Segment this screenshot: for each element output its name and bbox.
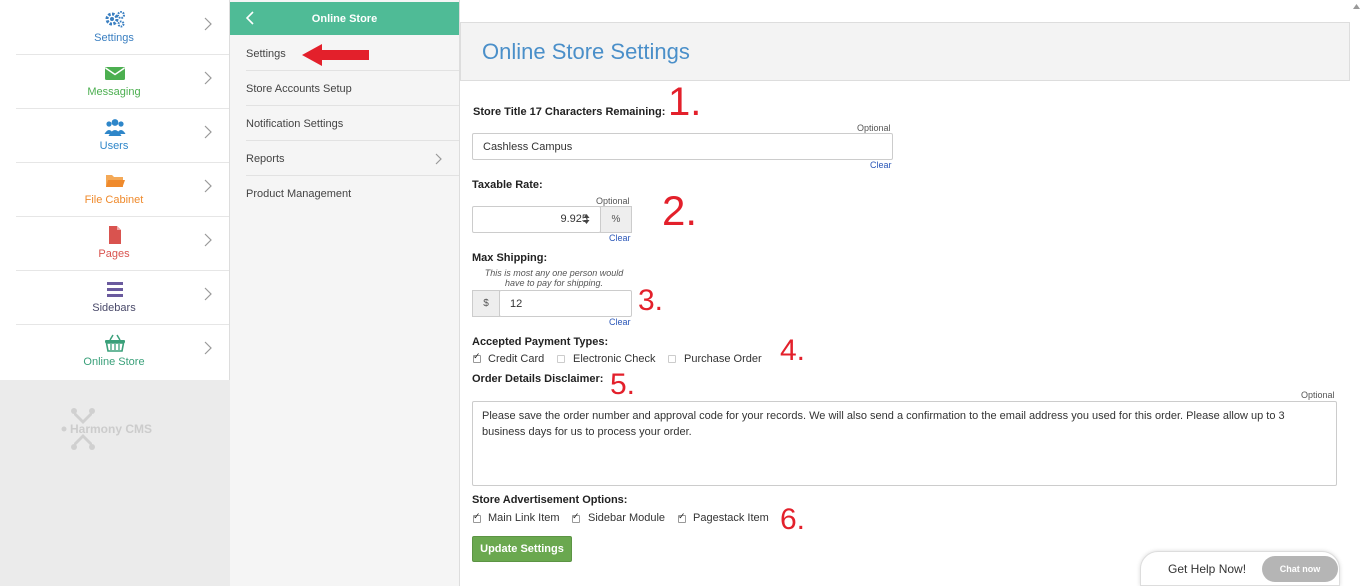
envelope-icon	[105, 67, 125, 80]
purchase-order-label: Purchase Order	[684, 353, 762, 365]
annotation-5: 5.	[610, 368, 636, 401]
disclaimer-textarea[interactable]: Please save the order number and approva…	[472, 401, 1337, 486]
chevron-right-icon	[204, 341, 212, 355]
sidebar-item-online-store[interactable]: Online Store	[16, 325, 229, 379]
folder-icon	[106, 175, 125, 187]
chat-help-text: Get Help Now!	[1168, 562, 1247, 576]
credit-card-label: Credit Card	[488, 353, 545, 365]
chevron-right-icon	[204, 125, 212, 139]
taxable-rate-clear[interactable]: Clear	[609, 233, 631, 243]
sidebar-item-label: File Cabinet	[84, 194, 144, 206]
store-title-input[interactable]	[472, 133, 893, 160]
max-shipping-note: This is most any one person would have t…	[484, 268, 624, 288]
chevron-right-icon	[204, 17, 212, 31]
disclaimer-optional: Optional	[1301, 390, 1335, 400]
main-content: Online Store Settings Store Title 17 Cha…	[460, 0, 1361, 586]
gears-icon	[105, 11, 125, 28]
store-title-label: Store Title 17 Characters Remaining:	[473, 106, 666, 118]
red-arrow-annotation	[302, 44, 369, 66]
taxable-rate-input[interactable]: 9.925	[472, 206, 601, 233]
electronic-check-label: Electronic Check	[573, 353, 656, 365]
subnav-item-label: Product Management	[246, 188, 352, 200]
sidebar-module-checkbox[interactable]	[572, 512, 580, 523]
update-settings-button[interactable]: Update Settings	[472, 536, 572, 562]
page-title: Online Store Settings	[482, 39, 690, 64]
electronic-check-checkbox[interactable]	[557, 355, 565, 363]
subnav-item-reports[interactable]: Reports	[246, 141, 459, 176]
annotation-4: 4.	[780, 334, 806, 367]
subnav-item-store-accounts-setup[interactable]: Store Accounts Setup	[246, 71, 459, 106]
subnav-item-label: Reports	[246, 153, 285, 165]
purchase-order-checkbox[interactable]	[668, 355, 676, 363]
annotation-3: 3.	[638, 284, 664, 317]
disclaimer-label: Order Details Disclaimer:	[472, 373, 604, 385]
sidebar-item-users[interactable]: Users	[16, 109, 229, 163]
max-shipping-label: Max Shipping:	[472, 252, 548, 264]
store-title-optional: Optional	[857, 123, 891, 133]
page-icon	[109, 226, 121, 244]
annotation-1: 1.	[668, 80, 702, 124]
payment-types-label: Accepted Payment Types:	[472, 336, 609, 348]
sidebar-item-label: Settings	[94, 32, 134, 44]
pagestack-item-label: Pagestack Item	[693, 512, 769, 524]
taxable-rate-optional: Optional	[596, 196, 630, 206]
logo-text: Harmony CMS	[70, 422, 152, 436]
main-link-item-label: Main Link Item	[488, 512, 560, 524]
number-spinner-icon[interactable]	[583, 213, 590, 225]
dollar-addon: $	[472, 290, 500, 317]
sidebar-item-settings[interactable]: Settings	[16, 1, 229, 55]
max-shipping-clear[interactable]: Clear	[609, 317, 631, 327]
subnav-item-product-management[interactable]: Product Management	[246, 176, 459, 211]
percent-addon: %	[600, 206, 632, 233]
harmony-cms-logo: Harmony CMS	[61, 408, 152, 450]
sidebar-item-label: Sidebars	[92, 302, 136, 314]
sidebar-item-messaging[interactable]: Messaging	[16, 55, 229, 109]
sidebar-item-label: Online Store	[83, 356, 145, 368]
basket-icon	[105, 334, 125, 352]
sidebar-item-label: Pages	[98, 248, 130, 260]
store-title-clear[interactable]: Clear	[870, 160, 892, 170]
page-header: Online Store Settings	[460, 22, 1350, 81]
main-sidebar: Settings Messaging Users File Cabinet Pa…	[0, 0, 230, 586]
annotation-2: 2.	[662, 187, 698, 234]
pagestack-item-checkbox[interactable]	[678, 512, 686, 523]
chevron-right-icon	[204, 287, 212, 301]
chat-now-button[interactable]: Chat now	[1262, 556, 1338, 582]
users-icon	[104, 119, 126, 136]
sidebar-module-label: Sidebar Module	[588, 512, 666, 524]
chevron-right-icon	[204, 179, 212, 193]
subnav-item-label: Settings	[246, 48, 286, 60]
scrollbar[interactable]	[1352, 0, 1361, 586]
sidebar-item-pages[interactable]: Pages	[16, 217, 229, 271]
taxable-rate-label: Taxable Rate:	[472, 179, 543, 191]
sidebar-item-label: Messaging	[87, 86, 141, 98]
chat-widget[interactable]: Get Help Now! Chat now	[1140, 551, 1340, 586]
scroll-up-icon[interactable]	[1353, 4, 1360, 9]
sidebar-item-sidebars[interactable]: Sidebars	[16, 271, 229, 325]
subnav-header: Online Store	[230, 2, 459, 35]
sidebar-item-label: Users	[99, 140, 129, 152]
chevron-right-icon	[435, 153, 442, 165]
sidebar-item-file-cabinet[interactable]: File Cabinet	[16, 163, 229, 217]
advertisement-label: Store Advertisement Options:	[472, 494, 628, 506]
online-store-subnav: Online Store Settings Store Accounts Set…	[230, 0, 460, 586]
chevron-right-icon	[204, 71, 212, 85]
subnav-item-label: Store Accounts Setup	[246, 83, 352, 95]
main-sidebar-menu: Settings Messaging Users File Cabinet Pa…	[0, 0, 230, 380]
max-shipping-input[interactable]	[499, 290, 632, 317]
chevron-right-icon	[204, 233, 212, 247]
subnav-item-notification-settings[interactable]: Notification Settings	[246, 106, 459, 141]
credit-card-checkbox[interactable]	[473, 352, 481, 363]
subnav-item-label: Notification Settings	[246, 118, 344, 130]
annotation-6: 6.	[780, 503, 806, 536]
main-link-item-checkbox[interactable]	[473, 512, 481, 523]
subnav-title: Online Store	[311, 13, 378, 25]
bars-icon	[107, 282, 123, 297]
